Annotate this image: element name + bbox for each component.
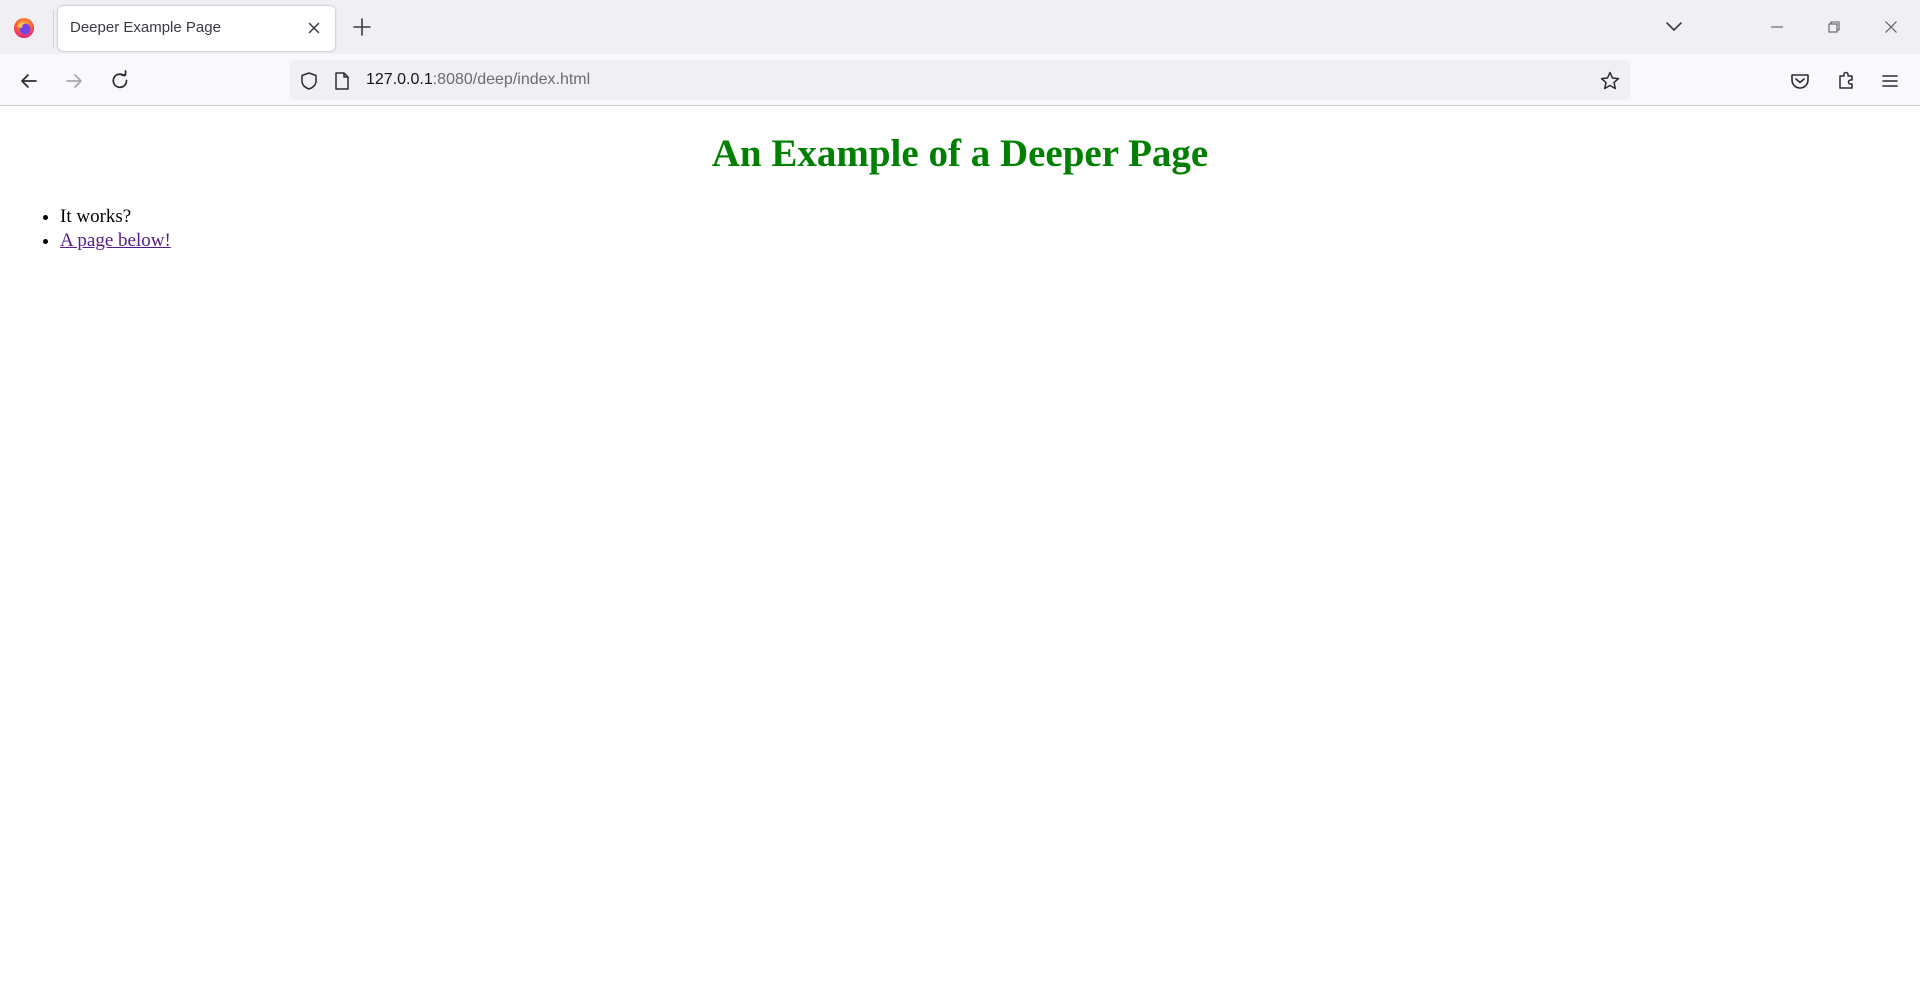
url-path: :8080/deep/index.html [432, 71, 591, 88]
url-text[interactable]: 127.0.0.1:8080/deep/index.html [366, 71, 590, 89]
item-list: It works? A page below! [20, 205, 171, 253]
restore-icon[interactable] [1819, 12, 1849, 42]
tab-separator [53, 10, 54, 48]
hamburger-icon[interactable] [1876, 67, 1904, 95]
window-close-icon[interactable] [1876, 12, 1906, 42]
tab-strip: Deeper Example Page [0, 0, 1920, 54]
list-item: It works? [60, 205, 171, 229]
navigation-toolbar: 127.0.0.1:8080/deep/index.html [0, 54, 1920, 106]
list-item-text: It works? [60, 206, 132, 227]
address-bar[interactable]: 127.0.0.1:8080/deep/index.html [290, 60, 1630, 100]
back-arrow-icon[interactable] [15, 67, 43, 95]
chevron-down-icon[interactable] [1660, 14, 1688, 40]
page-icon[interactable] [332, 70, 352, 92]
page-content: An Example of a Deeper Page It works? A … [0, 107, 1920, 1002]
page-title: An Example of a Deeper Page [711, 132, 1209, 175]
tab-title: Deeper Example Page [70, 19, 221, 36]
pocket-icon[interactable] [1786, 67, 1814, 95]
list-item: A page below! [60, 229, 171, 253]
close-icon[interactable] [303, 17, 325, 39]
page-below-link[interactable]: A page below! [60, 230, 171, 251]
minimize-icon[interactable] [1762, 12, 1792, 42]
forward-arrow-icon[interactable] [60, 67, 88, 95]
url-host: 127.0.0.1 [366, 71, 433, 88]
tab-active[interactable]: Deeper Example Page [58, 6, 335, 51]
plus-icon[interactable] [349, 14, 375, 40]
shield-icon[interactable] [298, 70, 320, 92]
firefox-icon[interactable] [13, 17, 35, 39]
reload-icon[interactable] [106, 67, 134, 95]
puzzle-icon[interactable] [1832, 67, 1860, 95]
star-icon[interactable] [1598, 69, 1622, 93]
